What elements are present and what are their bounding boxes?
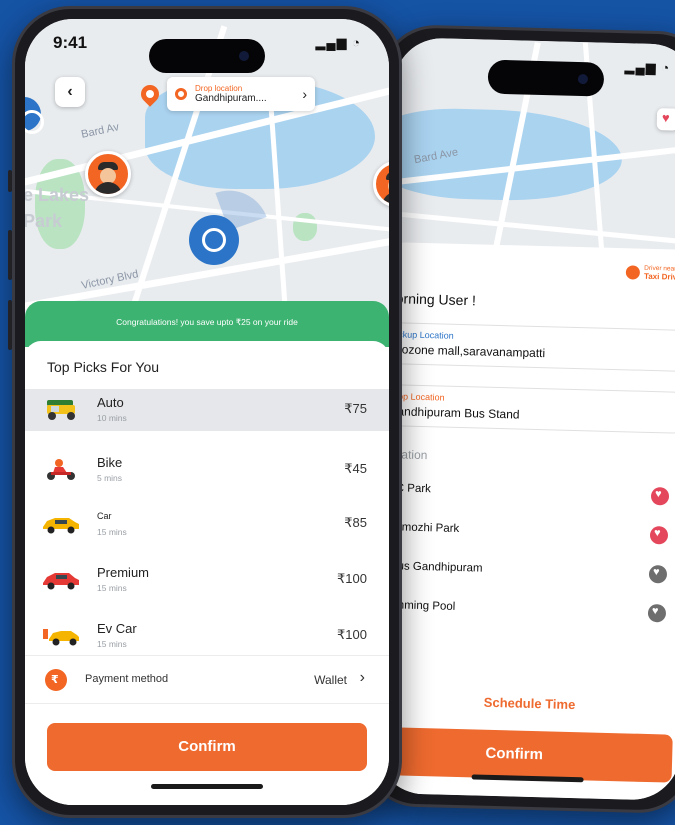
back-booking-sheet: cation atore Driver nearby Taxi Driver M… <box>375 242 675 801</box>
back-confirm-button[interactable]: Confirm <box>375 726 673 783</box>
map-street-label: Bard Av <box>80 121 121 141</box>
current-location-icon <box>189 215 239 265</box>
driver-avatar-icon[interactable] <box>85 151 131 197</box>
favorite-heart-icon[interactable] <box>648 564 668 584</box>
map-area-label: Park <box>25 211 63 231</box>
map-area-label: e Lakes <box>25 185 90 205</box>
ride-option-ev-car[interactable]: Ev Car 15 mins ₹100 <box>25 615 389 657</box>
ride-option-premium[interactable]: Premium 15 mins ₹100 <box>25 559 389 601</box>
ev-car-icon <box>43 629 79 646</box>
driver-pin-icon <box>625 265 641 280</box>
payment-value: Wallet <box>314 673 347 687</box>
driver-nearby-badge: Driver nearby Taxi Driver <box>625 264 675 282</box>
ride-option-bike[interactable]: Bike 5 mins ₹45 <box>25 449 389 491</box>
front-phone: 9:41 ▂▄▆ ◔ Bard Av Victory Blvd e Lakes … <box>12 6 402 818</box>
favorite-heart-icon[interactable] <box>649 526 669 545</box>
signal-wifi-icon: ▂▄▆ ◔ <box>315 35 361 50</box>
favorite-heart-icon[interactable] <box>650 487 670 506</box>
payment-method-row[interactable]: Payment method Wallet › <box>25 663 389 699</box>
drop-field[interactable]: Drop Location Gandhipuram Bus Stand <box>375 383 675 434</box>
saved-location-item[interactable]: Swimming Pool <box>376 595 675 627</box>
drop-location-icon <box>175 88 187 100</box>
drop-location-chip[interactable]: Drop location Gandhipuram.... › <box>167 77 315 111</box>
ride-option-car[interactable]: Car 15 mins ₹85 <box>25 503 389 545</box>
signal-wifi-icon: ▂▄▆ ◔ <box>624 59 671 76</box>
favorite-heart-icon[interactable] <box>647 603 667 623</box>
section-title: Top Picks For You <box>47 359 160 375</box>
pickup-field[interactable]: Pickup Location Prozone mall,saravanampa… <box>375 321 675 372</box>
chevron-right-icon: › <box>302 86 307 102</box>
ride-option-auto[interactable]: Auto 10 mins ₹75 <box>25 389 389 431</box>
saved-location-item[interactable]: Semmozhi Park <box>378 517 675 549</box>
status-time: 9:41 <box>53 33 88 52</box>
payment-badge-icon <box>45 669 67 691</box>
premium-car-icon <box>43 573 79 590</box>
front-status-bar: 9:41 ▂▄▆ ◔ <box>25 33 389 53</box>
favorite-map-pin-icon[interactable] <box>656 108 675 131</box>
driver-avatar-icon[interactable] <box>373 161 389 207</box>
divider <box>25 703 389 704</box>
saved-location-item[interactable]: VOC Park <box>379 478 675 510</box>
back-phone: ▂▄▆ ◔ Bard Ave cation atore D <box>361 23 675 815</box>
chevron-right-icon: › <box>359 669 365 686</box>
stage: ▂▄▆ ◔ Bard Ave cation atore D <box>0 0 675 825</box>
car-icon <box>43 518 79 534</box>
home-indicator <box>151 784 263 789</box>
back-button[interactable]: ‹ <box>55 77 85 107</box>
schedule-time-button[interactable]: Schedule Time <box>377 692 675 715</box>
saved-location-item[interactable]: Circus Gandhipuram <box>377 556 675 588</box>
bike-icon <box>47 459 75 480</box>
confirm-button[interactable]: Confirm <box>47 723 367 771</box>
divider <box>25 655 389 656</box>
front-screen: 9:41 ▂▄▆ ◔ Bard Av Victory Blvd e Lakes … <box>25 19 389 805</box>
back-screen: ▂▄▆ ◔ Bard Ave cation atore D <box>375 37 675 801</box>
auto-rickshaw-icon <box>47 400 75 420</box>
nearby-marker-icon <box>25 97 44 134</box>
